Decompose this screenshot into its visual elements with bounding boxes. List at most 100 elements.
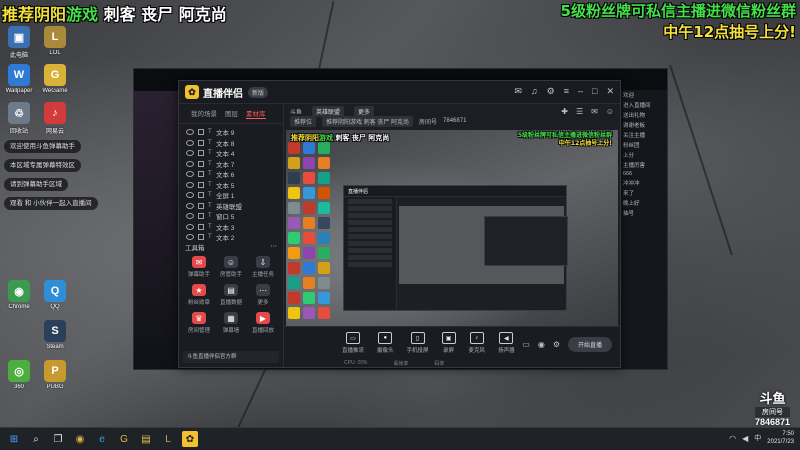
- desktop-icon[interactable]: ♲ 回收站: [4, 102, 34, 135]
- lock-icon[interactable]: [198, 181, 204, 188]
- lock-icon[interactable]: [198, 171, 204, 178]
- gift-icon[interactable]: ✉: [514, 86, 522, 97]
- desktop-icon[interactable]: Q QQ: [40, 280, 70, 310]
- menu-icon[interactable]: ≡: [564, 86, 569, 97]
- scene-item[interactable]: T 文本 2: [179, 232, 283, 243]
- lock-icon[interactable]: [198, 202, 204, 209]
- wegame-icon[interactable]: G: [116, 431, 132, 447]
- lock-icon[interactable]: [198, 150, 204, 157]
- scene-item[interactable]: T 文本 3: [179, 222, 283, 233]
- tool-4[interactable]: ▤ 直播数据: [215, 284, 247, 306]
- start-menu-icon[interactable]: ⊞: [6, 431, 22, 447]
- tool-1[interactable]: ☺ 房管助手: [215, 256, 247, 278]
- settings-icon[interactable]: ⚙: [547, 86, 555, 97]
- tool-7[interactable]: ▦ 弹幕墙: [215, 312, 247, 334]
- close-icon[interactable]: ✕: [606, 86, 614, 97]
- stream-preview[interactable]: 推荐阴阳游戏 刺客 丧尸 阿克尚 5级粉丝牌可私信主播进微信粉丝群 中午12点抽…: [286, 130, 618, 340]
- network-icon[interactable]: ◠: [729, 434, 736, 443]
- tool-8[interactable]: ▶ 直播回放: [247, 312, 279, 334]
- desktop-icon[interactable]: ♪ 网易云: [40, 102, 70, 135]
- tool-6[interactable]: ♛ 房间管理: [183, 312, 215, 334]
- stream-title[interactable]: 推荐阴阳游戏 刺客 丧尸 阿克尚: [322, 115, 414, 127]
- lock-icon[interactable]: [198, 160, 204, 167]
- eye-icon[interactable]: [186, 160, 194, 167]
- scene-item[interactable]: T 英雄联盟: [179, 201, 283, 212]
- search-icon[interactable]: ⌕: [28, 431, 44, 447]
- lock-icon[interactable]: [198, 192, 204, 199]
- tab-0[interactable]: 我的场景: [191, 108, 217, 119]
- lock-icon[interactable]: [198, 213, 204, 220]
- bell-icon[interactable]: ♫: [531, 86, 538, 97]
- tab-2[interactable]: 素材库: [246, 108, 266, 119]
- desktop-icon[interactable]: ◉ Chrome: [4, 280, 34, 310]
- volume-icon[interactable]: ◀: [742, 434, 748, 443]
- more-pill[interactable]: 更多: [354, 105, 375, 117]
- scene-item[interactable]: T 全屏 1: [179, 190, 283, 201]
- task-view-icon[interactable]: ❐: [50, 431, 66, 447]
- eye-icon[interactable]: [186, 202, 194, 209]
- tab-1[interactable]: 图层: [225, 108, 238, 119]
- desktop-icon[interactable]: S Steam: [40, 320, 70, 350]
- scene-item[interactable]: T 文本 7: [179, 159, 283, 170]
- bottom-tool-1[interactable]: ● 摄像头: [377, 332, 394, 354]
- version-badge[interactable]: 新版: [248, 86, 269, 98]
- bottom-tool-2[interactable]: ▯ 手机投屏: [407, 332, 429, 354]
- scene-item[interactable]: T 窗口 5: [179, 211, 283, 222]
- bottom-tool-5[interactable]: ◀ 扬声器: [498, 332, 515, 354]
- scene-item[interactable]: T 文本 6: [179, 169, 283, 180]
- eye-icon[interactable]: [186, 139, 194, 146]
- eye-icon[interactable]: [186, 234, 194, 241]
- scene-item[interactable]: T 文本 9: [179, 127, 283, 138]
- start-stream-button[interactable]: 开始直播: [567, 337, 612, 352]
- edge-icon[interactable]: e: [94, 431, 110, 447]
- eye-icon[interactable]: [186, 150, 194, 157]
- more-icon[interactable]: ⋯: [271, 242, 278, 252]
- streaming-app-icon[interactable]: ✿: [182, 431, 198, 447]
- eye-icon[interactable]: [186, 171, 194, 178]
- sidebar-footer[interactable]: 斗鱼直播伴侣官方群: [183, 351, 279, 363]
- clock[interactable]: 7:50 2021/7/23: [767, 430, 794, 446]
- room-type[interactable]: 英雄联盟: [312, 105, 345, 117]
- lol-icon[interactable]: L: [160, 431, 176, 447]
- bottom-tool-0[interactable]: ▭ 直播推流: [342, 332, 364, 354]
- eye-icon[interactable]: [186, 129, 194, 136]
- tool-0[interactable]: ✉ 弹幕助手: [183, 256, 215, 278]
- desktop-icon[interactable]: P PUBG: [40, 360, 70, 390]
- eye-icon[interactable]: [186, 181, 194, 188]
- lock-icon[interactable]: [198, 129, 204, 136]
- desktop-icon[interactable]: ▣ 此电脑: [4, 26, 34, 59]
- tool-3[interactable]: ★ 粉丝勋章: [183, 284, 215, 306]
- tool-label: 更多: [257, 300, 269, 306]
- user-icon[interactable]: ☺: [606, 107, 614, 116]
- chat-icon[interactable]: ☰: [576, 107, 583, 116]
- camera-icon[interactable]: ▭: [522, 340, 530, 349]
- scene-item[interactable]: T 文本 5: [179, 180, 283, 191]
- lock-icon[interactable]: [198, 223, 204, 230]
- chrome-icon[interactable]: ◉: [72, 431, 88, 447]
- maximize-icon[interactable]: □: [592, 86, 597, 97]
- scene-item[interactable]: T 文本 4: [179, 148, 283, 159]
- desktop-icon[interactable]: ◎ 360: [4, 360, 34, 390]
- lock-icon[interactable]: [198, 139, 204, 146]
- tool-2[interactable]: ⇩ 主播任务: [247, 256, 279, 278]
- desktop-icon[interactable]: G WeGame: [40, 64, 70, 94]
- tool-5[interactable]: ⋯ 更多: [247, 284, 279, 306]
- bottom-tool-4[interactable]: ♪ 麦克风: [469, 332, 485, 354]
- gift-box-icon[interactable]: ✚: [561, 107, 568, 116]
- input-method-icon[interactable]: 中: [754, 433, 761, 443]
- desktop-icon[interactable]: W Wallpaper: [4, 64, 34, 94]
- bottom-tool-3[interactable]: ▣ 录屏: [441, 332, 456, 354]
- minimize-icon[interactable]: –: [578, 86, 583, 97]
- file-explorer-icon[interactable]: ▤: [138, 431, 154, 447]
- streaming-app-window[interactable]: ✿ 直播伴侣 新版 ✉ ♫ ⚙ ≡ – □ ✕ 我的场景 图层 素材库 T 文本 9T…: [178, 80, 621, 368]
- eye-icon[interactable]: [186, 223, 194, 230]
- gear-icon[interactable]: ⚙: [553, 340, 560, 349]
- nested-preview: [399, 206, 568, 284]
- mail-icon[interactable]: ✉: [591, 107, 598, 116]
- lock-icon[interactable]: [198, 234, 204, 241]
- scene-item[interactable]: T 文本 8: [179, 138, 283, 149]
- desktop-icon[interactable]: L LOL: [40, 26, 70, 56]
- eye-icon[interactable]: [186, 192, 194, 199]
- eye-icon[interactable]: ◉: [538, 340, 545, 349]
- eye-icon[interactable]: [186, 213, 194, 220]
